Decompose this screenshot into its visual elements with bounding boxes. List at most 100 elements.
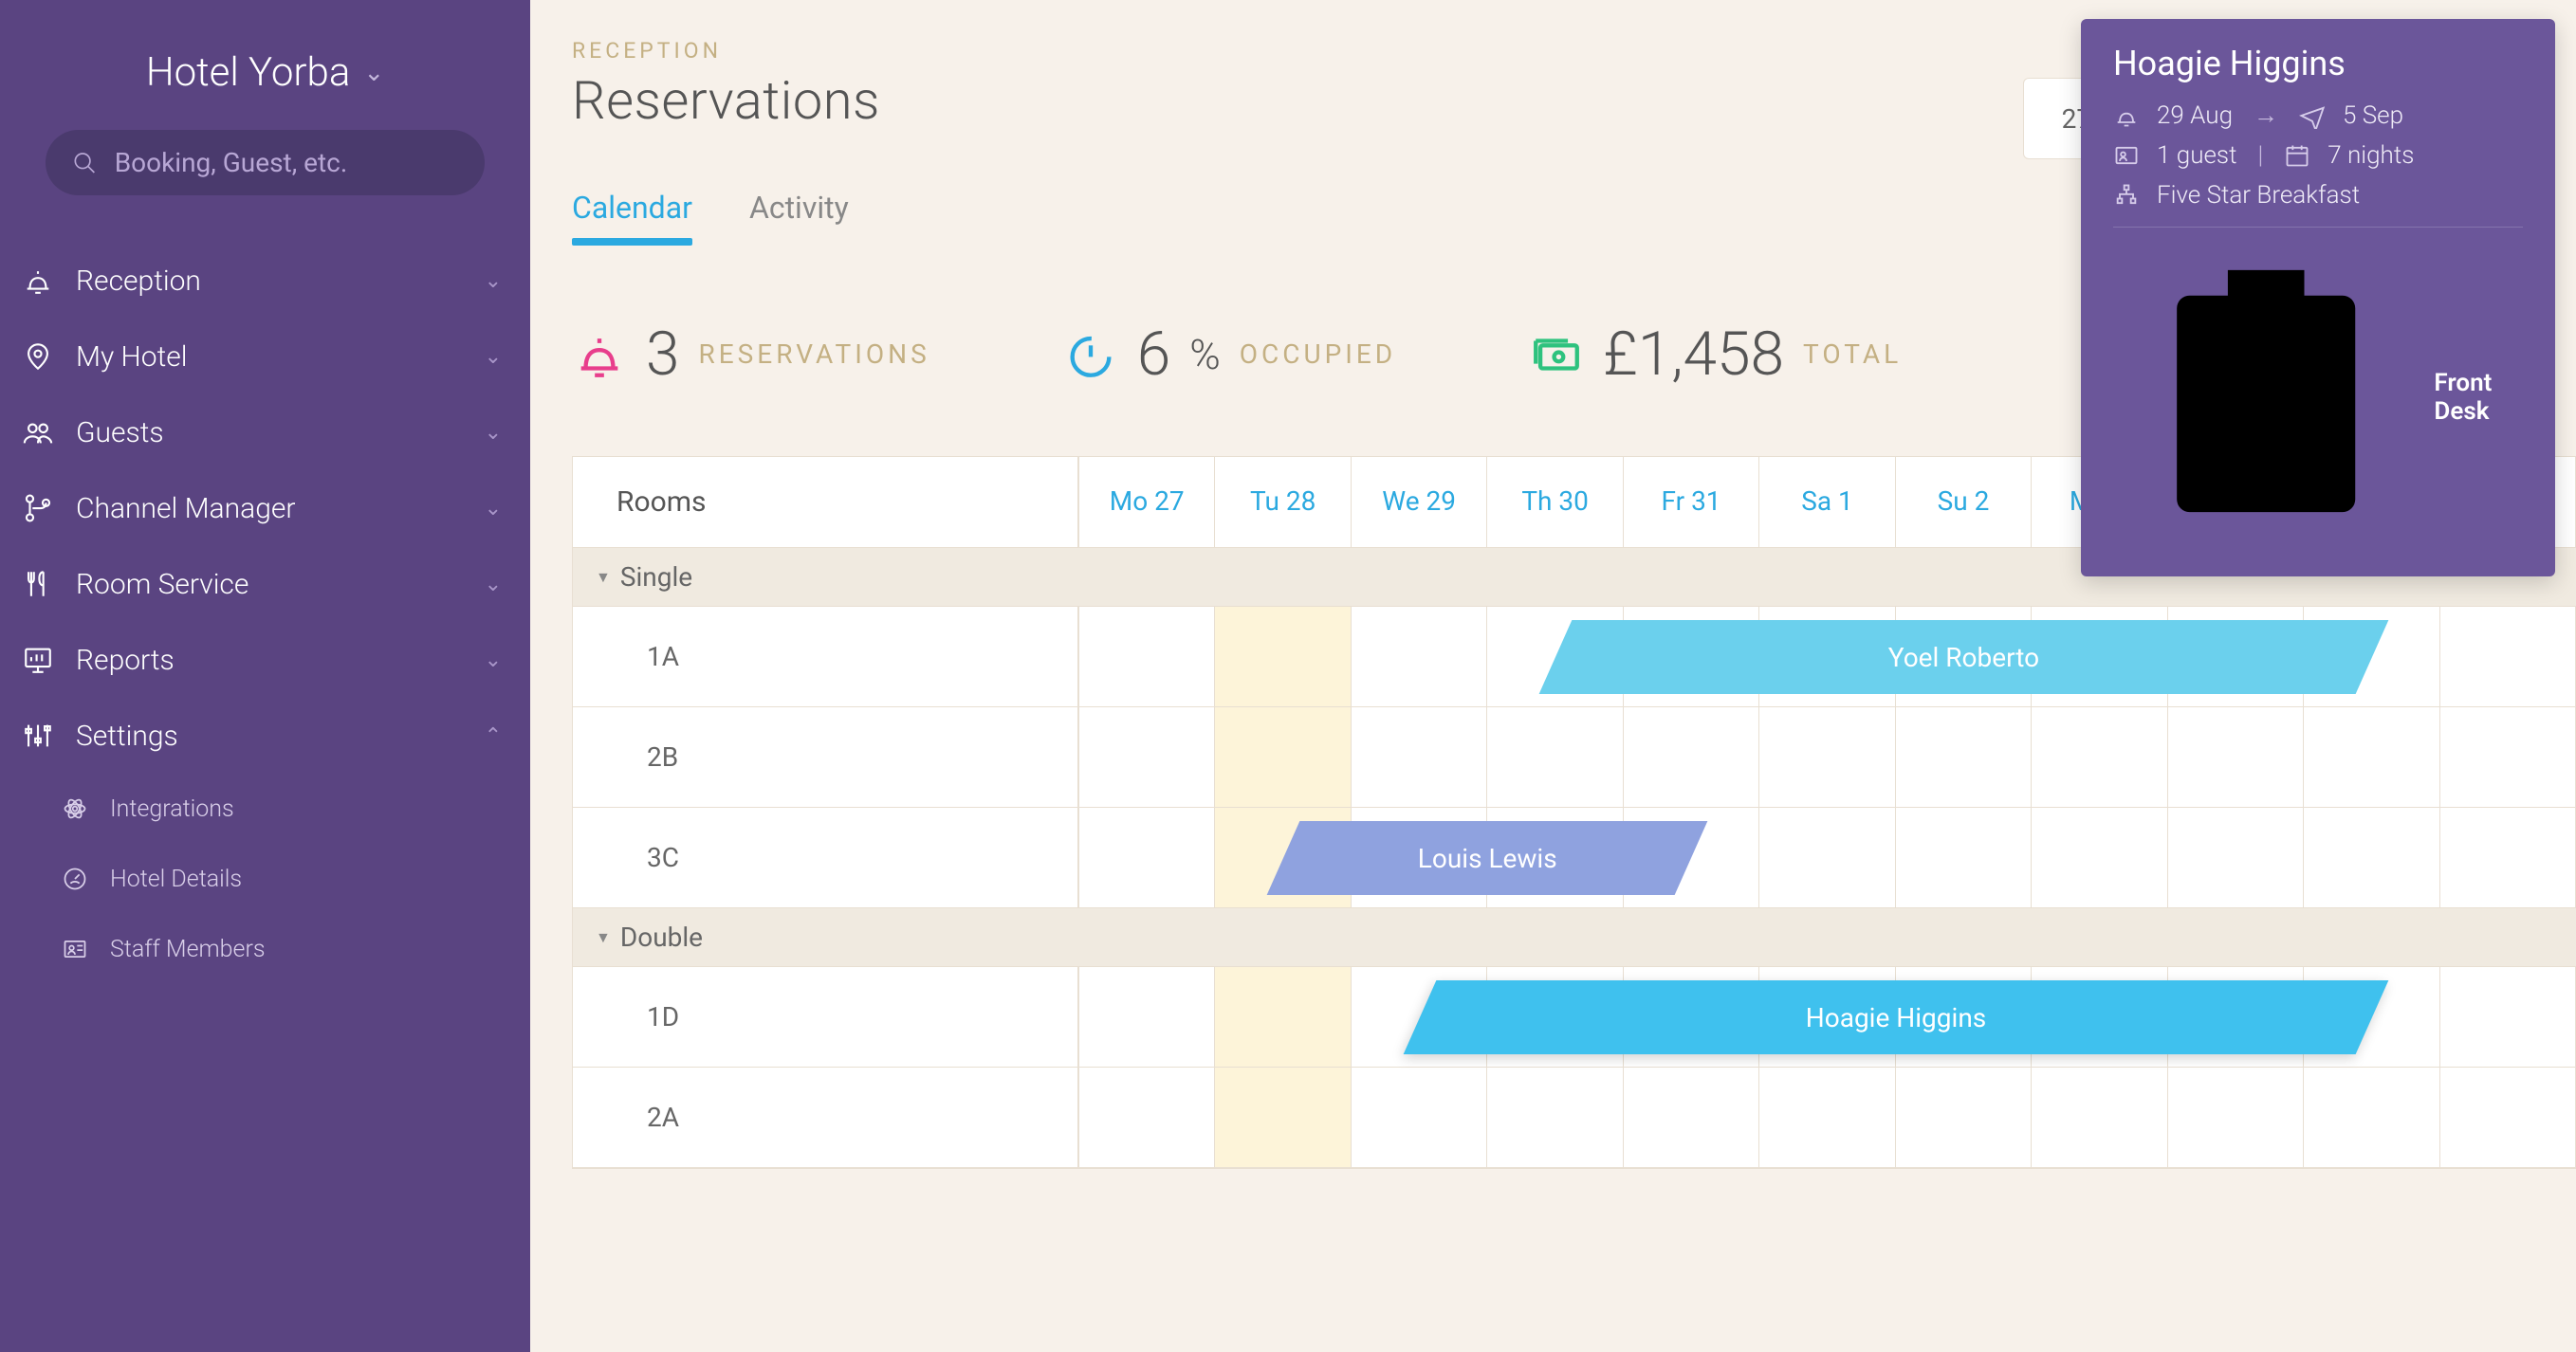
calendar-cell[interactable] xyxy=(1624,707,1759,808)
sidebar-item-label: Guests xyxy=(76,416,164,449)
room-row: 2B xyxy=(573,707,2576,808)
calendar-cell[interactable] xyxy=(1079,707,1215,808)
calendar-cell[interactable] xyxy=(2440,967,2576,1068)
calendar-cell[interactable] xyxy=(2032,1068,2167,1168)
day-header: Mo 27 xyxy=(1079,457,1215,547)
sidebar-item-my-hotel[interactable]: My Hotel ⌄ xyxy=(0,319,530,394)
sidebar-item-label: Staff Members xyxy=(110,936,266,963)
search-input[interactable] xyxy=(115,147,458,178)
chevron-down-icon: ⌄ xyxy=(485,421,502,445)
room-row: 1D Hoagie Higgins xyxy=(573,967,2576,1068)
tooltip-checkout: 5 Sep xyxy=(2343,101,2403,130)
room-name: 3C xyxy=(573,808,1079,908)
calendar-cell[interactable] xyxy=(2304,808,2439,908)
sidebar-subitem-hotel-details[interactable]: Hotel Details xyxy=(0,844,530,914)
room-name: 2A xyxy=(573,1068,1079,1168)
calendar-cell[interactable] xyxy=(1215,1068,1351,1168)
chevron-down-icon: ⌄ xyxy=(485,345,502,369)
calendar-cell[interactable] xyxy=(1079,967,1215,1068)
calendar-cell[interactable] xyxy=(1215,707,1351,808)
calendar-cell[interactable] xyxy=(2032,707,2167,808)
atom-icon xyxy=(61,795,89,823)
calendar-cell[interactable] xyxy=(2304,1068,2439,1168)
sidebar-item-guests[interactable]: Guests ⌄ xyxy=(0,394,530,470)
sidebar-item-label: Settings xyxy=(76,720,178,753)
calendar-cell[interactable] xyxy=(1624,1068,1759,1168)
calendar-cell[interactable] xyxy=(2440,607,2576,707)
bell-icon xyxy=(2113,102,2140,129)
triangle-down-icon: ▼ xyxy=(596,928,611,947)
tooltip-source: Front Desk xyxy=(2434,369,2523,426)
calendar-cell[interactable] xyxy=(1352,1068,1487,1168)
calendar-cell[interactable] xyxy=(1896,1068,2032,1168)
stat-reservations: 3 RESERVATIONS xyxy=(572,319,930,390)
reservation-bar[interactable]: Hoagie Higgins xyxy=(1403,980,2388,1054)
chevron-down-icon: ⌄ xyxy=(363,59,384,87)
reservation-bar[interactable]: Louis Lewis xyxy=(1267,821,1708,895)
calendar-cell[interactable] xyxy=(2032,808,2167,908)
day-header: Th 30 xyxy=(1487,457,1623,547)
sidebar-item-channel-manager[interactable]: Channel Manager ⌄ xyxy=(0,470,530,546)
calendar-cell[interactable] xyxy=(1352,707,1487,808)
calendar-cell[interactable] xyxy=(1352,607,1487,707)
sidebar-item-label: My Hotel xyxy=(76,340,188,374)
room-section[interactable]: ▼Double xyxy=(573,908,2576,967)
sidebar-subitem-integrations[interactable]: Integrations xyxy=(0,774,530,844)
calendar-cell[interactable] xyxy=(1487,1068,1623,1168)
idcard-icon xyxy=(61,935,89,963)
calendar-cell[interactable] xyxy=(1896,707,2032,808)
room-name: 2B xyxy=(573,707,1079,808)
calendar-cell[interactable] xyxy=(1079,607,1215,707)
sidebar-item-label: Channel Manager xyxy=(76,492,296,525)
calendar-cell[interactable] xyxy=(1215,967,1351,1068)
sidebar-subitem-staff-members[interactable]: Staff Members xyxy=(0,914,530,984)
calendar-cell[interactable] xyxy=(1759,808,1895,908)
calendar-cell[interactable] xyxy=(1896,808,2032,908)
money-icon xyxy=(1529,327,1584,382)
calendar-cell[interactable] xyxy=(2440,808,2576,908)
calendar-cell[interactable] xyxy=(2168,1068,2304,1168)
gauge-icon xyxy=(61,865,89,893)
sidebar-item-label: Reports xyxy=(76,644,175,677)
stat-occupied: 6 % OCCUPIED xyxy=(1063,319,1396,390)
hotel-selector[interactable]: Hotel Yorba ⌄ xyxy=(0,27,530,130)
room-name: 1D xyxy=(573,967,1079,1068)
sidebar: Hotel Yorba ⌄ Reception⌄ My Hotel ⌄ Guests ⌄… xyxy=(0,0,530,1352)
calendar-cell[interactable] xyxy=(1079,1068,1215,1168)
calendar-cell[interactable] xyxy=(2440,707,2576,808)
tab-activity[interactable]: Activity xyxy=(749,190,849,243)
reservation-bar[interactable]: Yoel Roberto xyxy=(1539,620,2388,694)
chevron-down-icon: ⌄ xyxy=(485,269,502,293)
calendar-cell[interactable] xyxy=(1215,607,1351,707)
search-icon xyxy=(72,149,98,177)
sliders-icon xyxy=(21,719,55,753)
calendar-cell[interactable] xyxy=(2168,808,2304,908)
search-input-wrap[interactable] xyxy=(46,130,485,195)
calendar-cell[interactable] xyxy=(1759,1068,1895,1168)
reservation-guest: Louis Lewis xyxy=(1418,843,1557,874)
tab-calendar[interactable]: Calendar xyxy=(572,190,692,243)
day-header: Fr 31 xyxy=(1624,457,1759,547)
calendar-cell[interactable] xyxy=(1759,707,1895,808)
calendar-icon xyxy=(2284,142,2310,169)
arrow-right-icon: → xyxy=(2254,100,2278,130)
day-header: Sa 1 xyxy=(1759,457,1895,547)
sidebar-item-room-service[interactable]: Room Service⌄ xyxy=(0,546,530,622)
calendar-cell[interactable] xyxy=(1079,808,1215,908)
room-row: 2A xyxy=(573,1068,2576,1168)
board-icon xyxy=(21,643,55,677)
sidebar-item-reception[interactable]: Reception⌄ xyxy=(0,243,530,319)
sidebar-item-label: Room Service xyxy=(76,568,248,601)
calendar-cell[interactable] xyxy=(1487,707,1623,808)
sidebar-item-reports[interactable]: Reports⌄ xyxy=(0,622,530,698)
chevron-down-icon: ⌄ xyxy=(485,497,502,521)
sidebar-item-label: Hotel Details xyxy=(110,866,242,893)
reservation-guest: Yoel Roberto xyxy=(1888,642,2039,673)
calendar-cell[interactable] xyxy=(2440,1068,2576,1168)
calendar-cell[interactable] xyxy=(2304,707,2439,808)
sidebar-item-settings[interactable]: Settings⌃ xyxy=(0,698,530,774)
room-row: 1AYoel Roberto xyxy=(573,607,2576,707)
calendar-cell[interactable] xyxy=(2168,707,2304,808)
tree-icon xyxy=(2113,182,2140,209)
tooltip-plan: Five Star Breakfast xyxy=(2157,181,2360,210)
